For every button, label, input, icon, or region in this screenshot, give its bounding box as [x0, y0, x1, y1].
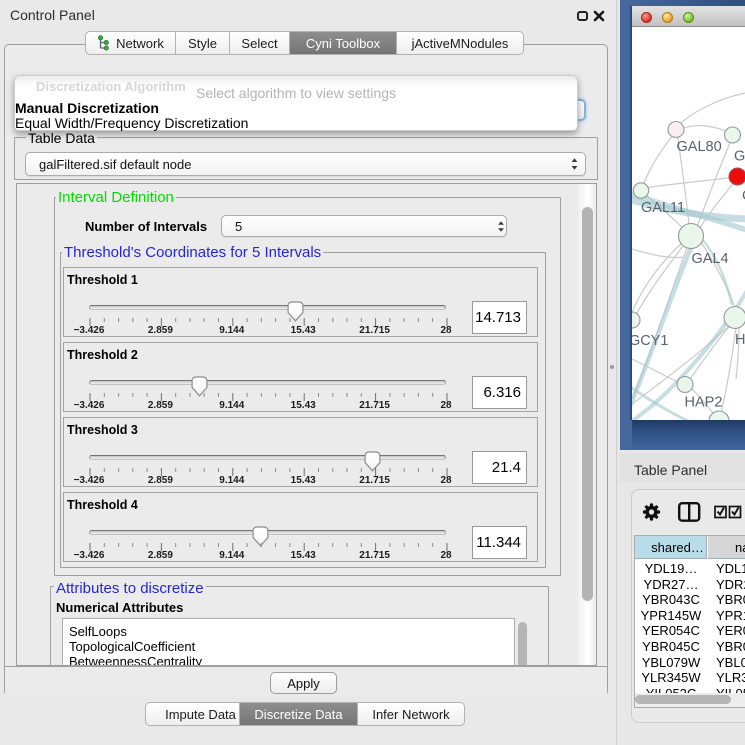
- svg-text:GCY1: GCY1: [632, 333, 669, 349]
- svg-text:GAL6: GAL6: [734, 149, 745, 165]
- svg-text:HAP2: HAP2: [685, 395, 723, 411]
- svg-text:GAL11: GAL11: [641, 200, 685, 216]
- svg-text:HIS4: HIS4: [735, 332, 745, 348]
- svg-text:GAL4: GAL4: [692, 251, 729, 267]
- svg-text:GAL80: GAL80: [677, 139, 722, 155]
